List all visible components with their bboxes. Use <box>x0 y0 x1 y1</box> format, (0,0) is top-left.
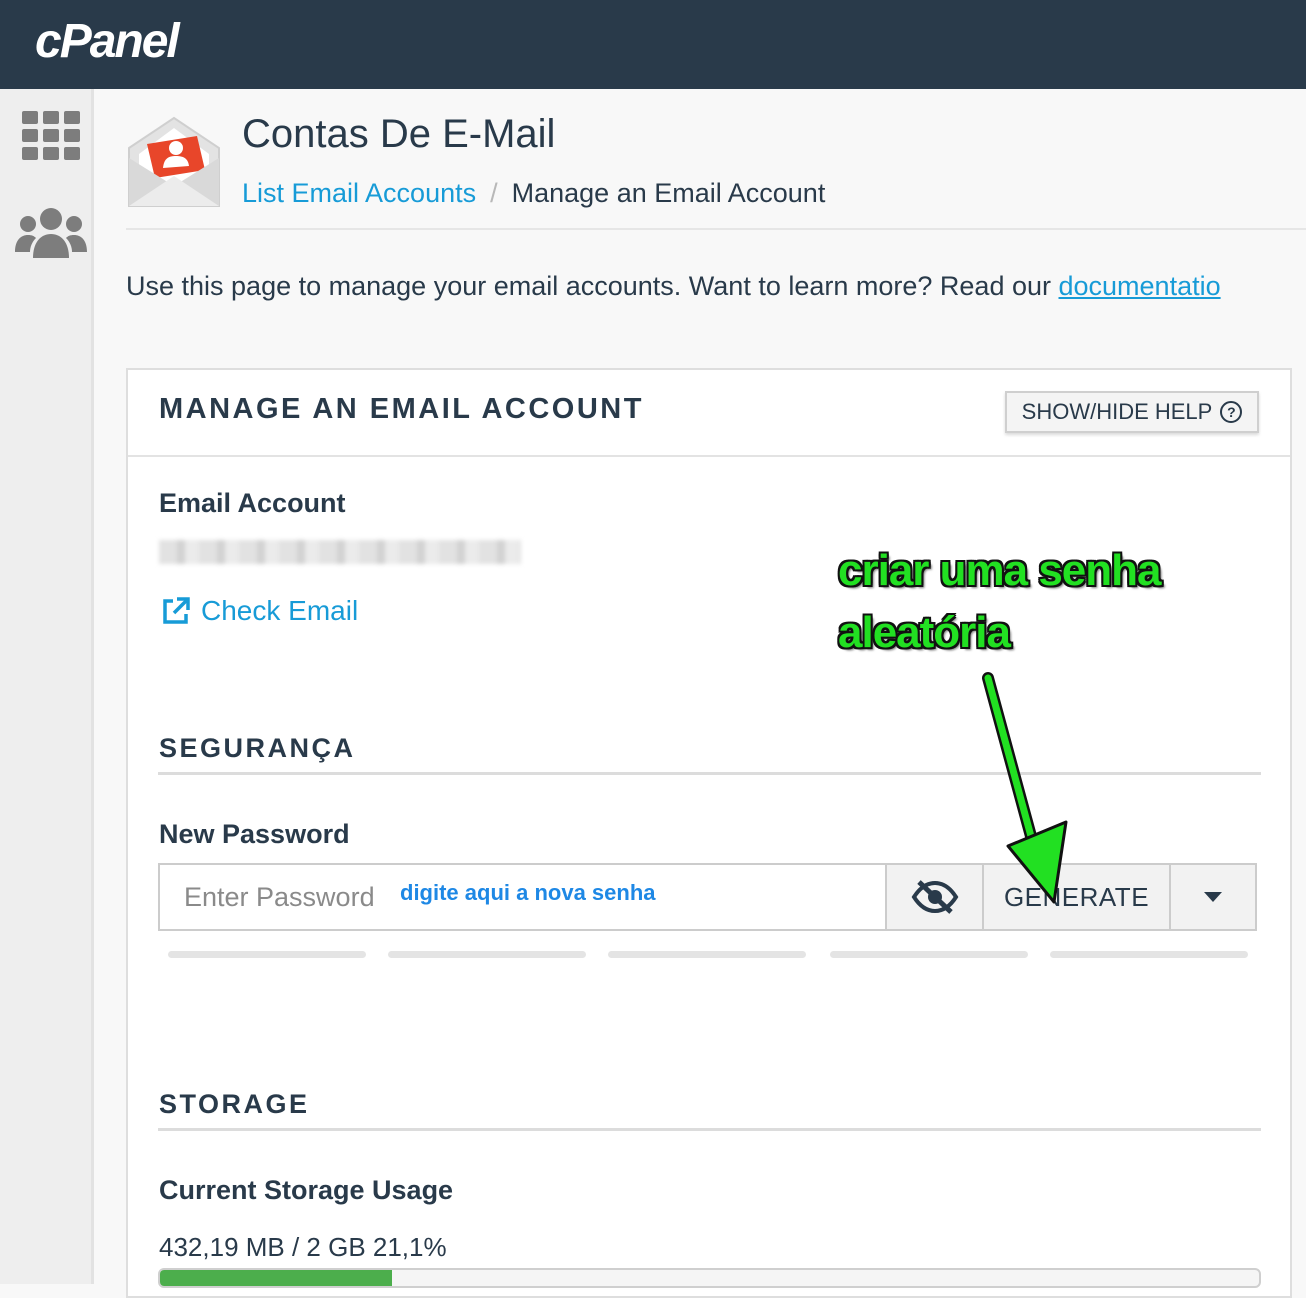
annotation-generate-callout: criar uma senha aleatória <box>838 540 1258 664</box>
breadcrumb-separator: / <box>490 178 498 208</box>
sidebar <box>0 89 94 1284</box>
annotation-arrow <box>982 672 1068 904</box>
breadcrumb: List Email Accounts / Manage an Email Acco… <box>242 178 825 209</box>
strength-meter-segment <box>608 951 806 958</box>
annotation-password-hint: digite aqui a nova senha <box>400 880 656 905</box>
check-email-link[interactable]: Check Email <box>161 595 358 627</box>
password-input-group: GENERATE <box>158 863 1257 931</box>
storage-usage-value: 432,19 MB / 2 GB 21,1% <box>159 1232 447 1262</box>
annotation-callout-line-2: aleatória <box>838 608 1011 657</box>
breadcrumb-link-list-email-accounts[interactable]: List Email Accounts <box>242 178 476 208</box>
show-hide-help-button[interactable]: SHOW/HIDE HELP ? <box>1005 391 1259 433</box>
intro-sentence: Use this page to manage your email accou… <box>126 271 1059 301</box>
strength-meter-segment <box>388 951 586 958</box>
cpanel-logo[interactable]: cPanel <box>35 14 180 69</box>
panel-title: MANAGE AN EMAIL ACCOUNT <box>159 393 644 425</box>
email-account-label: Email Account <box>159 488 346 518</box>
storage-divider <box>158 1128 1261 1131</box>
title-divider <box>126 228 1306 230</box>
users-icon[interactable] <box>15 206 87 260</box>
caret-down-icon <box>1204 892 1222 902</box>
storage-usage-bar <box>158 1268 1261 1288</box>
grid-icon[interactable] <box>22 111 80 161</box>
generate-options-dropdown[interactable] <box>1171 863 1257 931</box>
email-address-redacted <box>159 540 521 564</box>
strength-meter-segment <box>1050 951 1248 958</box>
annotation-callout-line-1: criar uma senha <box>838 546 1162 595</box>
new-password-label: New Password <box>159 819 350 849</box>
intro-text: Use this page to manage your email accou… <box>126 271 1221 302</box>
storage-usage-label: Current Storage Usage <box>159 1175 454 1205</box>
manage-account-panel: MANAGE AN EMAIL ACCOUNT SHOW/HIDE HELP ?… <box>126 368 1292 1298</box>
external-link-icon <box>163 597 190 624</box>
email-accounts-icon <box>128 116 220 207</box>
panel-header: MANAGE AN EMAIL ACCOUNT SHOW/HIDE HELP ? <box>128 370 1290 457</box>
page-title: Contas De E-Mail <box>242 112 556 156</box>
eye-slash-icon <box>911 880 958 914</box>
help-button-label: SHOW/HIDE HELP <box>1021 399 1213 424</box>
security-divider <box>158 772 1261 775</box>
breadcrumb-current: Manage an Email Account <box>511 178 826 208</box>
documentation-link[interactable]: documentatio <box>1059 271 1221 301</box>
strength-meter-segment <box>830 951 1028 958</box>
storage-section-title: STORAGE <box>159 1089 310 1119</box>
top-bar: cPanel <box>0 0 1306 89</box>
security-section-title: SEGURANÇA <box>159 733 356 763</box>
question-circle-icon: ? <box>1220 401 1243 423</box>
strength-meter-segment <box>168 951 366 958</box>
check-email-label: Check Email <box>201 595 359 626</box>
